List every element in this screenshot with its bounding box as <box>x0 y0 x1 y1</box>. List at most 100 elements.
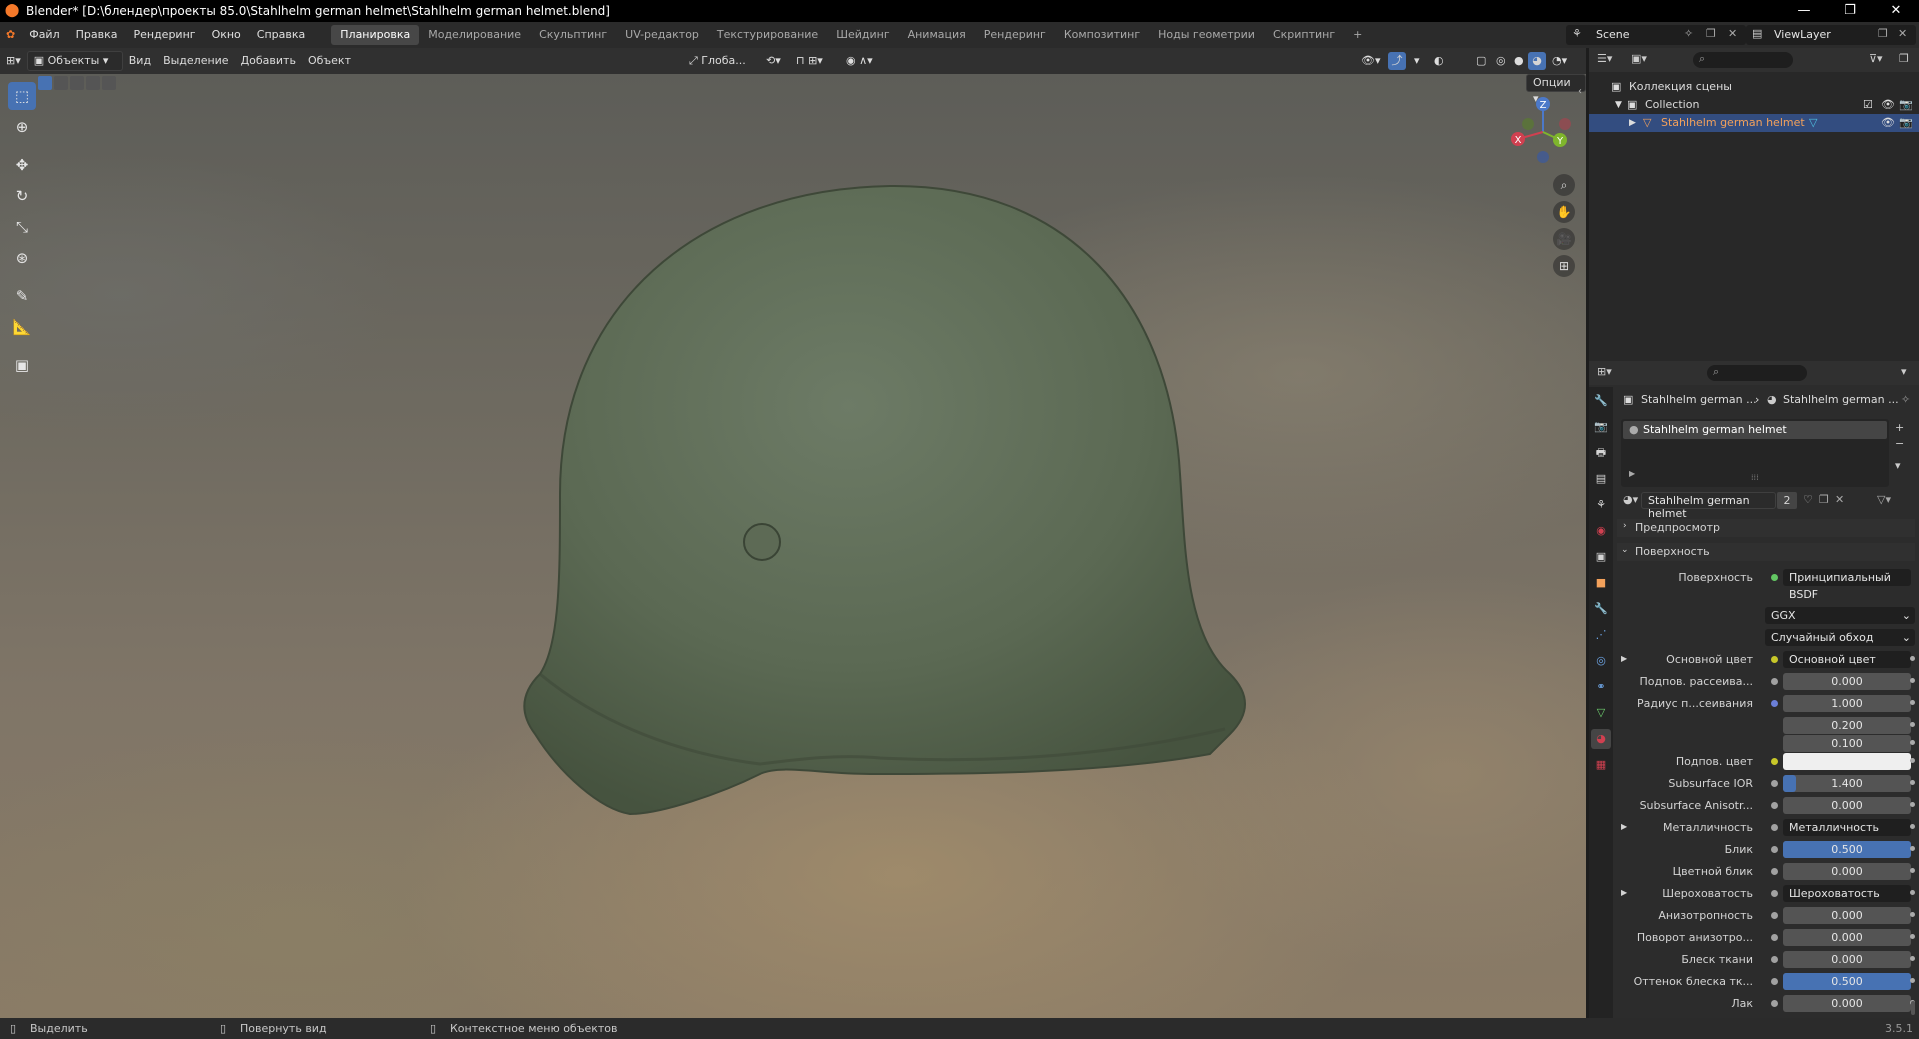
menu-render[interactable]: Рендеринг <box>125 22 203 48</box>
keyframe-dot-icon[interactable] <box>1910 722 1915 727</box>
new-scene-icon[interactable]: ❐ <box>1706 27 1716 40</box>
modifier-tab-icon[interactable]: 🔧 <box>1591 599 1611 619</box>
outliner-search-input[interactable]: ⌕ <box>1693 52 1793 68</box>
expand-arrow-icon[interactable]: ▶ <box>1621 888 1627 897</box>
object-tab-icon[interactable]: ■ <box>1591 573 1611 593</box>
distribution-dropdown[interactable]: GGX ⌄ <box>1765 607 1915 624</box>
expand-arrow-icon[interactable]: ▶ <box>1629 114 1636 132</box>
remove-slot-icon[interactable]: − <box>1895 437 1904 450</box>
minimize-button[interactable]: — <box>1781 0 1827 22</box>
socket-dot[interactable] <box>1771 656 1778 663</box>
tab-uv-editing[interactable]: UV-редактор <box>616 25 708 45</box>
mesh-data-icon[interactable]: ▽ <box>1809 114 1817 132</box>
duplicate-icon[interactable]: ❐ <box>1819 493 1829 506</box>
material-name-field[interactable]: Stahlhelm german helmet <box>1641 492 1776 520</box>
menu-object[interactable]: Объект <box>302 51 357 71</box>
socket-dot[interactable] <box>1771 758 1778 765</box>
solid-shading-icon[interactable]: ● <box>1508 51 1530 71</box>
scene-tab-icon[interactable]: ⚘ <box>1591 495 1611 515</box>
proportional-edit-icon[interactable]: ◉ ∧▾ <box>840 51 879 71</box>
new-viewlayer-icon[interactable]: ❐ <box>1878 27 1888 40</box>
tab-scripting[interactable]: Скриптинг <box>1264 25 1344 45</box>
property-field[interactable]: 1.000 <box>1783 695 1911 712</box>
render-tab-icon[interactable]: 📷 <box>1591 417 1611 437</box>
outliner-row-helmet[interactable]: ▶ ▽ Stahlhelm german helmet ▽ 👁 📷 <box>1589 114 1919 132</box>
eye-icon[interactable]: 👁 <box>1881 96 1895 114</box>
pan-hand-icon[interactable]: ✋ <box>1553 201 1575 223</box>
keyframe-dot-icon[interactable] <box>1910 956 1915 961</box>
tab-sculpting[interactable]: Скульптинг <box>530 25 616 45</box>
menu-help[interactable]: Справка <box>249 22 313 48</box>
keyframe-dot-icon[interactable] <box>1910 978 1915 983</box>
data-tab-icon[interactable]: ▽ <box>1591 703 1611 723</box>
gizmo-toggle-icon[interactable]: ⤴ <box>1388 52 1406 70</box>
keyframe-dot-icon[interactable] <box>1910 678 1915 683</box>
material-slot-list[interactable]: ● Stahlhelm german helmet ▶ ⁞⁞⁞ <box>1621 419 1889 487</box>
pivot-icon[interactable]: ⟲▾ <box>760 51 787 71</box>
eye-icon[interactable]: 👁 <box>1881 114 1895 132</box>
socket-dot[interactable] <box>1771 978 1778 985</box>
property-field[interactable]: 0.000 <box>1783 673 1911 690</box>
add-workspace-button[interactable]: + <box>1344 25 1371 45</box>
tool-tab-icon[interactable]: 🔧 <box>1591 391 1611 411</box>
properties-scrollbar[interactable] <box>1911 1001 1915 1015</box>
keyframe-dot-icon[interactable] <box>1910 846 1915 851</box>
tab-animation[interactable]: Анимация <box>899 25 975 45</box>
snap-icon[interactable]: ⊓ ⊞▾ <box>790 51 829 71</box>
link-type-icon[interactable]: ▽▾ <box>1877 493 1891 506</box>
subsurface-method-dropdown[interactable]: Случайный обход ⌄ <box>1765 629 1915 646</box>
socket-dot[interactable] <box>1771 868 1778 875</box>
users-count[interactable]: 2 <box>1777 492 1797 509</box>
particles-tab-icon[interactable]: ⋰ <box>1591 625 1611 645</box>
material-tab-icon[interactable]: ◕ <box>1591 729 1611 749</box>
property-field[interactable]: Металличность <box>1783 819 1911 836</box>
keyframe-dot-icon[interactable] <box>1910 758 1915 763</box>
close-window-button[interactable]: ✕ <box>1873 0 1919 22</box>
material-slot-row[interactable]: ● Stahlhelm german helmet <box>1623 421 1887 439</box>
camera-icon[interactable]: 📷 <box>1899 114 1913 132</box>
socket-dot[interactable] <box>1771 934 1778 941</box>
scene-selector[interactable]: ⚘ Scene ✧ ❐ ✕ <box>1566 25 1746 45</box>
outliner-row-scene-collection[interactable]: ▣ Коллекция сцены <box>1589 78 1919 96</box>
display-mode-icon[interactable]: ▣▾ <box>1631 52 1647 65</box>
camera-view-icon[interactable]: 🎥 <box>1553 228 1575 250</box>
property-field[interactable]: 0.000 <box>1783 863 1911 880</box>
maximize-button[interactable]: ❐ <box>1827 0 1873 22</box>
keyframe-dot-icon[interactable] <box>1910 890 1915 895</box>
resize-handle-icon[interactable]: ⁞⁞⁞ <box>1751 473 1759 482</box>
socket-dot[interactable] <box>1771 1000 1778 1007</box>
expand-arrow-icon[interactable]: ▶ <box>1629 469 1635 478</box>
mode-dropdown[interactable]: ▣ Объекты ▾ <box>26 51 123 71</box>
keyframe-dot-icon[interactable] <box>1910 700 1915 705</box>
blender-menu-icon[interactable]: ✿ <box>0 22 21 48</box>
keyframe-dot-icon[interactable] <box>1910 824 1915 829</box>
physics-tab-icon[interactable]: ◎ <box>1591 651 1611 671</box>
property-field[interactable] <box>1783 753 1911 770</box>
menu-file[interactable]: Файл <box>21 22 67 48</box>
socket-dot[interactable] <box>1771 912 1778 919</box>
keyframe-dot-icon[interactable] <box>1910 656 1915 661</box>
overlay-icon[interactable]: ◐ <box>1428 51 1450 71</box>
gizmo-dropdown-icon[interactable]: ▾ <box>1408 51 1426 71</box>
expand-arrow-icon[interactable]: ▶ <box>1621 654 1627 663</box>
menu-select[interactable]: Выделение <box>157 51 235 71</box>
keyframe-dot-icon[interactable] <box>1910 868 1915 873</box>
socket-dot[interactable] <box>1771 846 1778 853</box>
delete-viewlayer-icon[interactable]: ✕ <box>1898 27 1907 40</box>
property-field[interactable]: 0.000 <box>1783 995 1911 1012</box>
properties-editor-icon[interactable]: ⊞▾ <box>1597 365 1612 378</box>
zoom-icon[interactable]: ⌕ <box>1553 174 1575 196</box>
add-slot-icon[interactable]: + <box>1895 421 1904 434</box>
property-field[interactable]: 0.500 <box>1783 841 1911 858</box>
property-field[interactable]: Основной цвет <box>1783 651 1911 668</box>
properties-search-input[interactable]: ⌕ <box>1707 365 1807 381</box>
filter-icon[interactable]: ⊽▾ <box>1869 52 1883 65</box>
options-chevron-icon[interactable]: ▾ <box>1901 365 1907 378</box>
property-field[interactable]: 0.000 <box>1783 951 1911 968</box>
socket-dot[interactable] <box>1771 780 1778 787</box>
tab-shading[interactable]: Шейдинг <box>827 25 898 45</box>
property-field[interactable]: 0.000 <box>1783 929 1911 946</box>
world-tab-icon[interactable]: ◉ <box>1591 521 1611 541</box>
constraints-tab-icon[interactable]: ⚭ <box>1591 677 1611 697</box>
socket-dot[interactable] <box>1771 802 1778 809</box>
